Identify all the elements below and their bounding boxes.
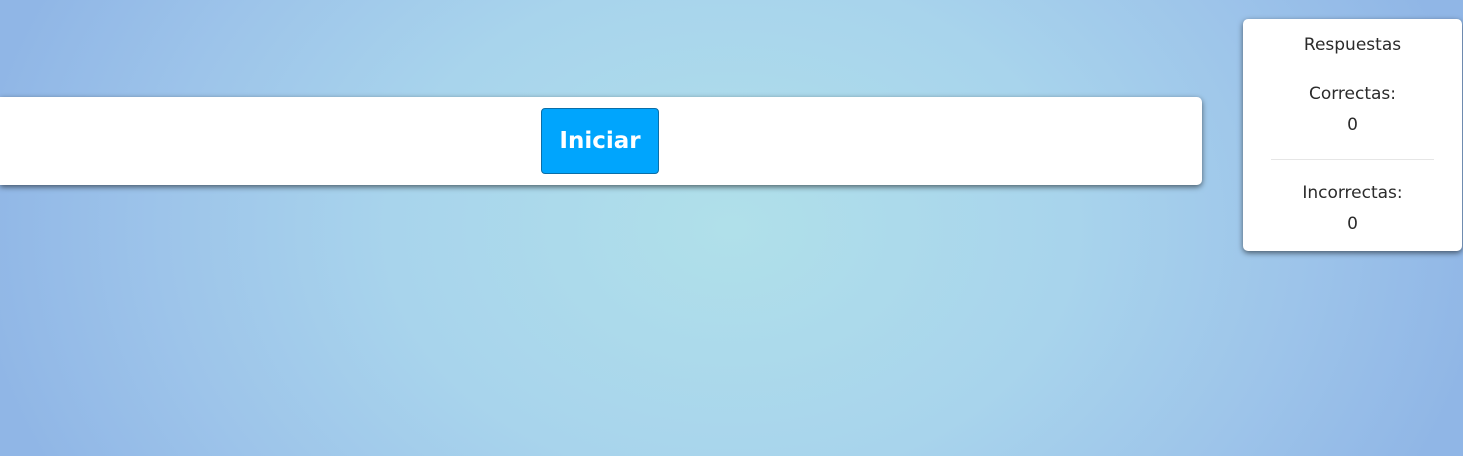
score-panel: Respuestas Correctas: 0 Incorrectas: 0	[1243, 19, 1462, 251]
correct-count: 0	[1347, 115, 1358, 135]
incorrect-label: Incorrectas:	[1302, 183, 1403, 203]
quiz-panel: Iniciar	[0, 97, 1202, 185]
incorrect-count: 0	[1347, 214, 1358, 234]
score-divider	[1271, 159, 1434, 160]
score-title: Respuestas	[1303, 35, 1402, 55]
start-button[interactable]: Iniciar	[541, 108, 659, 174]
correct-label: Correctas:	[1308, 84, 1397, 104]
